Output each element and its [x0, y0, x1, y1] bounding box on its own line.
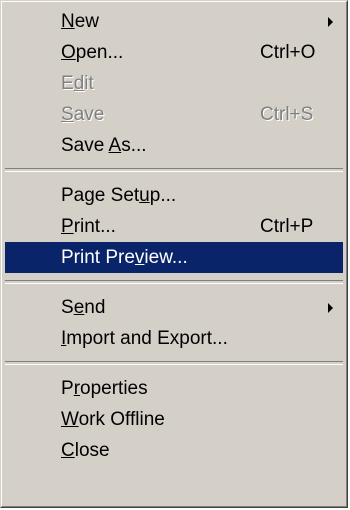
menu-item-send[interactable]: Send	[5, 292, 343, 323]
menu-item-import-export[interactable]: Import and Export...	[5, 323, 343, 354]
menu-item-label: Import and Export...	[61, 328, 228, 349]
menu-item-save: Save Ctrl+S	[5, 99, 343, 130]
menu-item-page-setup[interactable]: Page Setup...	[5, 180, 343, 211]
menu-item-label: New	[61, 11, 100, 32]
menu-item-label: Print...	[61, 216, 116, 237]
menu-item-print-preview[interactable]: Print Preview...	[5, 242, 343, 273]
menu-item-label: Properties	[61, 378, 148, 399]
menu-item-label: Work Offline	[61, 409, 165, 430]
menu-separator	[5, 168, 343, 172]
menu-item-shortcut: Ctrl+O	[260, 42, 316, 63]
menu-item-properties[interactable]: Properties	[5, 373, 343, 404]
menu-item-label: Open...	[61, 42, 124, 63]
file-menu: New Open... Ctrl+O Edit Save Ctrl+S Save…	[0, 0, 348, 508]
menu-item-work-offline[interactable]: Work Offline	[5, 404, 343, 435]
menu-item-label: Save As...	[61, 135, 147, 156]
menu-item-close[interactable]: Close	[5, 435, 343, 466]
menu-item-label: Close	[61, 440, 110, 461]
menu-item-shortcut: Ctrl+P	[260, 216, 314, 237]
menu-item-label: Save	[61, 104, 105, 125]
menu-item-label: Page Setup...	[61, 185, 177, 206]
menu-item-new[interactable]: New	[5, 6, 343, 37]
file-menu-body: New Open... Ctrl+O Edit Save Ctrl+S Save…	[1, 1, 347, 507]
menu-item-label: Edit	[61, 73, 94, 94]
menu-item-save-as[interactable]: Save As...	[5, 130, 343, 161]
menu-item-shortcut: Ctrl+S	[260, 104, 314, 125]
menu-separator	[5, 280, 343, 284]
menu-item-print[interactable]: Print... Ctrl+P	[5, 211, 343, 242]
submenu-arrow-icon	[328, 303, 333, 313]
menu-item-edit: Edit	[5, 68, 343, 99]
menu-item-label: Print Preview...	[61, 247, 188, 268]
menu-item-open[interactable]: Open... Ctrl+O	[5, 37, 343, 68]
menu-item-label: Send	[61, 297, 106, 318]
menu-separator	[5, 361, 343, 365]
submenu-arrow-icon	[328, 17, 333, 27]
